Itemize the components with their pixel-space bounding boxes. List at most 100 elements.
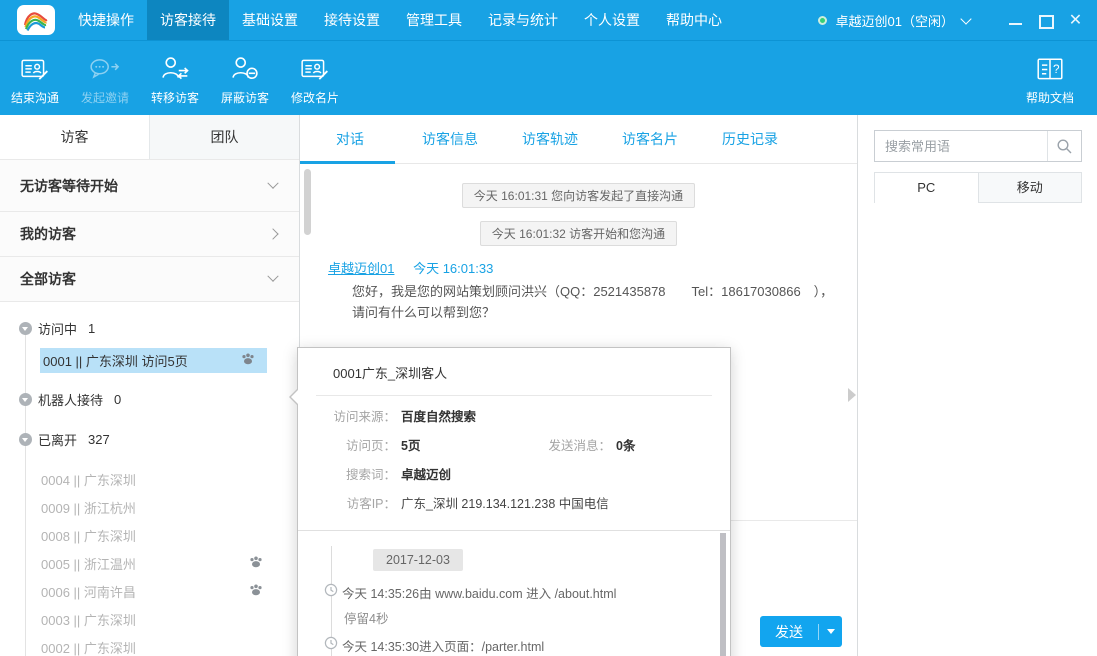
- list-item-visitor-0001[interactable]: 0001 || 广东深圳 访问5页: [40, 348, 267, 373]
- help-doc-button[interactable]: ? 帮助文档: [1015, 50, 1085, 106]
- tab-history[interactable]: 历史记录: [700, 115, 800, 163]
- sidebar-tabs: 访客 团队: [0, 115, 299, 160]
- field-label: 发送消息：: [531, 435, 611, 454]
- tab-pc-phrases[interactable]: PC: [875, 173, 978, 203]
- tree-expand-icon: [19, 433, 32, 446]
- search-button[interactable]: [1047, 131, 1081, 161]
- send-options-caret[interactable]: [819, 629, 842, 634]
- menu-item-basic-settings[interactable]: 基础设置: [229, 0, 311, 40]
- system-message: 今天 16:01:31 您向访客发起了直接沟通: [462, 183, 695, 208]
- list-item-visitor-0003[interactable]: 0003 || 广东深圳: [0, 605, 299, 633]
- quick-phrases-panel: PC 移动: [857, 115, 1097, 656]
- list-item-visitor-0002[interactable]: 0002 || 广东深圳: [0, 633, 299, 656]
- agent-status-label: 卓越迈创01（空闲）: [836, 11, 954, 30]
- menu-item-reception-settings[interactable]: 接待设置: [311, 0, 393, 40]
- visitor-ip-value: 广东_深圳 219.134.121.238 中国电信: [401, 493, 609, 512]
- menu-item-visitor-reception[interactable]: 访客接待: [147, 0, 229, 40]
- visitor-tree: 访问中 1 0001 || 广东深圳 访问5页 机器人接待 0: [0, 302, 299, 656]
- visit-source-value: 百度自然搜索: [401, 406, 476, 425]
- list-item-visitor-0006[interactable]: 0006 || 河南许昌: [0, 577, 299, 605]
- phrase-search-input[interactable]: [875, 131, 1047, 161]
- message-sender-row: 卓越迈创01 今天 16:01:33: [328, 258, 857, 277]
- block-visitor-icon: [210, 50, 280, 84]
- visitor-sidebar: 访客 团队 无访客等待开始 我的访客 全部访客 访问中 1: [0, 115, 300, 656]
- tab-visitor-card[interactable]: 访客名片: [600, 115, 700, 163]
- chevron-down-icon: [960, 13, 971, 24]
- tree-expand-icon: [19, 393, 32, 406]
- list-item-visitor-0005[interactable]: 0005 || 浙江温州: [0, 549, 299, 577]
- popup-title: 0001广东_深圳客人: [316, 361, 712, 396]
- group-count: 0: [114, 392, 121, 407]
- tab-visitor-info[interactable]: 访客信息: [400, 115, 500, 163]
- trail-scrollbar[interactable]: [720, 533, 726, 656]
- menu-item-records-stats[interactable]: 记录与统计: [475, 0, 571, 40]
- content-area: 访客 团队 无访客等待开始 我的访客 全部访客 访问中 1: [0, 115, 1097, 656]
- chevron-right-icon: [267, 228, 278, 239]
- section-all-visitors[interactable]: 全部访客: [0, 256, 299, 302]
- window-controls: ✕: [1008, 14, 1083, 27]
- menu-item-quick-actions[interactable]: 快捷操作: [65, 0, 147, 40]
- tab-visitors[interactable]: 访客: [0, 115, 149, 160]
- field-label: 访客IP：: [316, 493, 396, 512]
- main-menu: 快捷操作 访客接待 基础设置 接待设置 管理工具 记录与统计 个人设置 帮助中心: [65, 0, 735, 40]
- list-item-visitor-0009[interactable]: 0009 || 浙江杭州: [0, 493, 299, 521]
- paw-icon: [249, 556, 263, 571]
- trail-stay-duration: 停留4秒: [298, 608, 730, 627]
- pages-visited-value: 5页: [401, 435, 420, 454]
- group-left[interactable]: 已离开 327: [0, 419, 299, 459]
- tree-expand-icon: [19, 322, 32, 335]
- section-no-waiting[interactable]: 无访客等待开始: [0, 159, 299, 212]
- chevron-down-icon: [267, 271, 278, 282]
- tab-team[interactable]: 团队: [149, 115, 299, 160]
- section-my-visitors[interactable]: 我的访客: [0, 211, 299, 257]
- end-chat-button[interactable]: 结束沟通: [0, 50, 70, 106]
- tab-visitor-trail[interactable]: 访客轨迹: [500, 115, 600, 163]
- toolbar: 结束沟通 发起邀请: [0, 40, 1097, 115]
- agent-status-dropdown[interactable]: 卓越迈创01（空闲）: [818, 11, 970, 30]
- edit-card-button[interactable]: 修改名片: [280, 50, 350, 106]
- phrase-tabs: PC 移动: [874, 172, 1082, 203]
- menu-item-personal-settings[interactable]: 个人设置: [571, 0, 653, 40]
- group-visiting[interactable]: 访问中 1: [0, 308, 299, 348]
- send-button[interactable]: 发送: [760, 616, 842, 647]
- messages-sent-value: 0条: [616, 435, 635, 454]
- message-time: 今天 16:01:33: [413, 261, 493, 276]
- search-keyword-value: 卓越迈创: [401, 464, 451, 483]
- list-item-visitor-0008[interactable]: 0008 || 广东深圳: [0, 521, 299, 549]
- maximize-button[interactable]: [1038, 14, 1053, 27]
- paw-icon: [249, 584, 263, 599]
- group-robot[interactable]: 机器人接待 0: [0, 379, 299, 419]
- trail-event: 今天 14:35:26由 www.baidu.com 进入 /about.htm…: [298, 583, 730, 602]
- visitor-info-popup: 0001广东_深圳客人 访问来源： 百度自然搜索 访问页： 5页 发送消息： 0…: [297, 347, 731, 656]
- block-visitor-button[interactable]: 屏蔽访客: [210, 50, 280, 106]
- tab-conversation[interactable]: 对话: [300, 115, 400, 163]
- online-status-icon: [818, 16, 827, 25]
- list-item-visitor-0004[interactable]: 0004 || 广东深圳: [0, 465, 299, 493]
- chevron-down-icon: [267, 177, 278, 188]
- close-button[interactable]: ✕: [1068, 14, 1083, 27]
- svg-text:?: ?: [1053, 63, 1060, 76]
- send-invite-button[interactable]: 发起邀请: [70, 50, 140, 106]
- field-label: 访问来源：: [316, 406, 396, 425]
- menubar: 快捷操作 访客接待 基础设置 接待设置 管理工具 记录与统计 个人设置 帮助中心…: [0, 0, 1097, 40]
- chat-scrollbar[interactable]: [304, 169, 311, 235]
- help-doc-icon: ?: [1015, 50, 1085, 84]
- app-window: 快捷操作 访客接待 基础设置 接待设置 管理工具 记录与统计 个人设置 帮助中心…: [0, 0, 1097, 656]
- end-chat-icon: [0, 50, 70, 84]
- menu-item-admin-tools[interactable]: 管理工具: [393, 0, 475, 40]
- tab-mobile-phrases[interactable]: 移动: [978, 173, 1082, 203]
- minimize-button[interactable]: [1008, 14, 1023, 27]
- group-count: 1: [88, 321, 95, 336]
- menu-item-help-center[interactable]: 帮助中心: [653, 0, 735, 40]
- transfer-visitor-button[interactable]: 转移访客: [140, 50, 210, 106]
- field-label: 搜索词：: [316, 464, 396, 483]
- sender-name-link[interactable]: 卓越迈创01: [328, 261, 394, 276]
- system-message: 今天 16:01:32 访客开始和您沟通: [480, 221, 677, 246]
- message-text: 您好，我是您的网站策划顾问洪兴（QQ：2521435878 Tel：186170…: [352, 282, 844, 324]
- clock-icon: [324, 636, 338, 653]
- field-label: 访问页：: [316, 435, 396, 454]
- edit-card-icon: [280, 50, 350, 84]
- panel-collapse-handle[interactable]: [848, 388, 856, 402]
- phrase-search-box: [874, 130, 1082, 162]
- visitor-trail-section: 2017-12-03 今天 14:35:26由 www.baidu.com 进入…: [298, 530, 730, 656]
